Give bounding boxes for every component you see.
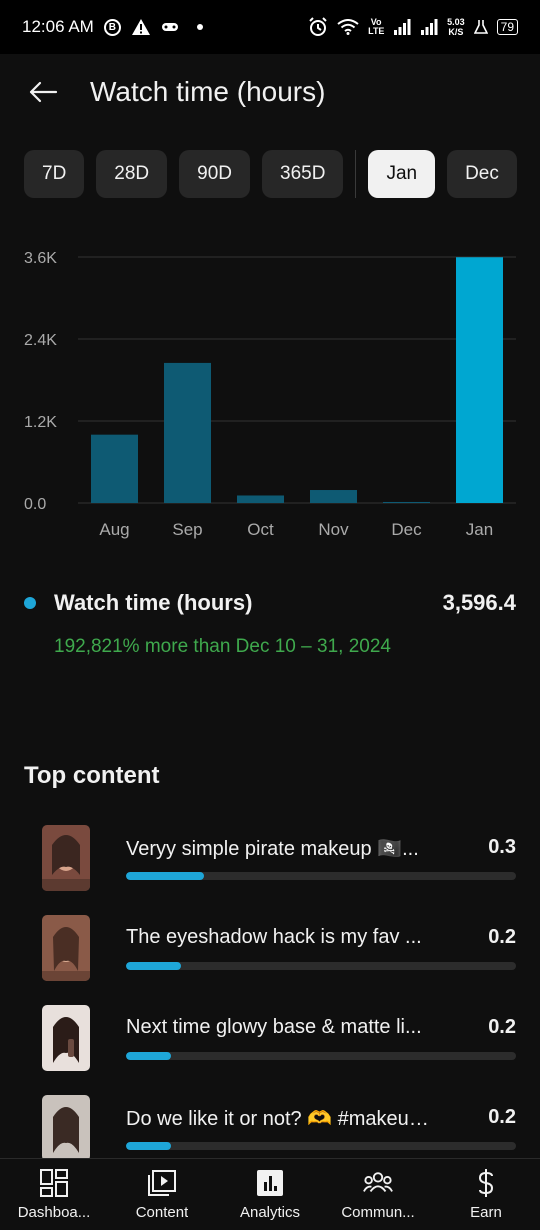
metric-summary: Watch time (hours) 3,596.4 192,821% more… xyxy=(24,590,516,658)
metric-comparison: 192,821% more than Dec 10 – 31, 2024 xyxy=(54,636,391,657)
chip-divider xyxy=(355,150,357,198)
signal-icon xyxy=(394,19,411,35)
video-watch-time: 0.2 xyxy=(488,1016,516,1038)
nav-dashboard[interactable]: Dashboa... xyxy=(0,1159,108,1230)
dashboard-icon xyxy=(39,1168,69,1198)
period-chips: 7D 28D 90D 365D Jan Dec xyxy=(24,150,540,198)
list-item[interactable]: Next time glowy base & matte li... 0.2 xyxy=(0,1004,540,1094)
video-thumbnail[interactable] xyxy=(42,1005,90,1071)
nav-label: Commun... xyxy=(341,1204,415,1221)
video-title: Next time glowy base & matte li... xyxy=(126,1016,422,1038)
bottom-navigation: Dashboa... Content Analytics Commun... E… xyxy=(0,1158,540,1230)
y-tick-label: 2.4K xyxy=(24,332,57,349)
nav-content[interactable]: Content xyxy=(108,1159,216,1230)
x-tick-label: Sep xyxy=(172,520,202,539)
metric-value: 3,596.4 xyxy=(442,590,516,615)
list-item[interactable]: The eyeshadow hack is my fav ... 0.2 xyxy=(0,914,540,1004)
video-title: Do we like it or not? 🫶 #makeupt... xyxy=(126,1108,436,1130)
video-thumbnail[interactable] xyxy=(42,915,90,981)
network-type: Vo LTE xyxy=(368,17,385,36)
network-speed-unit: K/S xyxy=(448,27,464,37)
watch-time-bar xyxy=(126,1142,516,1150)
flask-icon xyxy=(473,20,488,34)
top-content-title: Top content xyxy=(24,762,160,789)
video-title: The eyeshadow hack is my fav ... xyxy=(126,926,422,948)
watch-time-bar xyxy=(126,1052,516,1060)
chart-bar xyxy=(456,257,503,503)
y-tick-label: 3.6K xyxy=(24,250,57,267)
app-header: Watch time (hours) xyxy=(0,54,540,130)
community-icon xyxy=(363,1168,393,1198)
signal-icon-2 xyxy=(421,19,438,35)
x-tick-label: Nov xyxy=(318,520,349,539)
watch-time-bar-fill xyxy=(126,872,204,880)
video-title: Veryy simple pirate makeup 🏴‍☠️... xyxy=(126,838,419,860)
y-tick-label: 0.0 xyxy=(24,496,46,513)
x-tick-label: Oct xyxy=(247,520,274,539)
legend-dot xyxy=(24,597,36,609)
video-watch-time: 0.3 xyxy=(488,836,516,858)
alarm-icon xyxy=(309,17,327,36)
status-bar: 12:06 AM B Vo LTE 5.03 K/S 79 xyxy=(0,0,540,54)
video-watch-time: 0.2 xyxy=(488,926,516,948)
status-time: 12:06 AM xyxy=(22,17,94,36)
top-content-list: Veryy simple pirate makeup 🏴‍☠️... 0.3 T… xyxy=(0,824,540,1184)
network-speed: 5.03 K/S xyxy=(447,17,465,37)
chip-jan[interactable]: Jan xyxy=(368,150,436,198)
arrow-left-icon xyxy=(29,81,58,103)
watch-time-chart: 0.0 1.2K 2.4K 3.6K Aug Sep Oct Nov Dec Jan xyxy=(24,250,516,539)
back-button[interactable] xyxy=(22,71,64,113)
chart-bar xyxy=(91,434,138,503)
nav-analytics[interactable]: Analytics xyxy=(216,1159,324,1230)
nav-community[interactable]: Commun... xyxy=(324,1159,432,1230)
nav-label: Dashboa... xyxy=(17,1204,91,1221)
network-speed-value: 5.03 xyxy=(447,17,465,27)
gamepad-icon xyxy=(161,23,178,31)
watch-time-bar xyxy=(126,872,516,880)
nav-label: Analytics xyxy=(239,1204,301,1221)
video-thumbnail[interactable] xyxy=(42,1095,90,1161)
x-tick-label: Jan xyxy=(466,520,493,539)
dot-icon xyxy=(196,24,203,30)
video-watch-time: 0.2 xyxy=(488,1106,516,1128)
chart-bar xyxy=(310,490,357,503)
x-tick-label: Dec xyxy=(391,520,422,539)
nav-label: Content xyxy=(135,1204,189,1221)
chip-28d[interactable]: 28D xyxy=(96,150,168,198)
nav-label: Earn xyxy=(470,1204,502,1221)
watch-time-bar-fill xyxy=(126,1142,171,1150)
x-tick-label: Aug xyxy=(99,520,129,539)
content-icon xyxy=(147,1168,177,1198)
chart-bar xyxy=(383,501,430,503)
battery-indicator: 79 xyxy=(496,19,518,35)
page-title: Watch time (hours) xyxy=(90,76,326,107)
chip-dec[interactable]: Dec xyxy=(447,150,517,198)
chip-7d[interactable]: 7D xyxy=(24,150,85,198)
chart-bar xyxy=(237,495,284,503)
dollar-icon xyxy=(471,1168,501,1198)
chart-bar xyxy=(164,362,211,503)
watch-time-bar-fill xyxy=(126,1052,171,1060)
watch-time-bar xyxy=(126,962,516,970)
y-tick-label: 1.2K xyxy=(24,414,57,431)
watch-time-bar-fill xyxy=(126,962,181,970)
metric-label: Watch time (hours) xyxy=(54,590,253,615)
nav-earn[interactable]: Earn xyxy=(432,1159,540,1230)
video-thumbnail[interactable] xyxy=(42,825,90,891)
chip-90d[interactable]: 90D xyxy=(179,150,251,198)
analytics-icon xyxy=(255,1168,285,1198)
warning-icon xyxy=(131,19,150,35)
list-item[interactable]: Veryy simple pirate makeup 🏴‍☠️... 0.3 xyxy=(0,824,540,914)
status-badge: B xyxy=(103,18,121,36)
wifi-icon xyxy=(337,19,359,35)
chip-365d[interactable]: 365D xyxy=(262,150,344,198)
